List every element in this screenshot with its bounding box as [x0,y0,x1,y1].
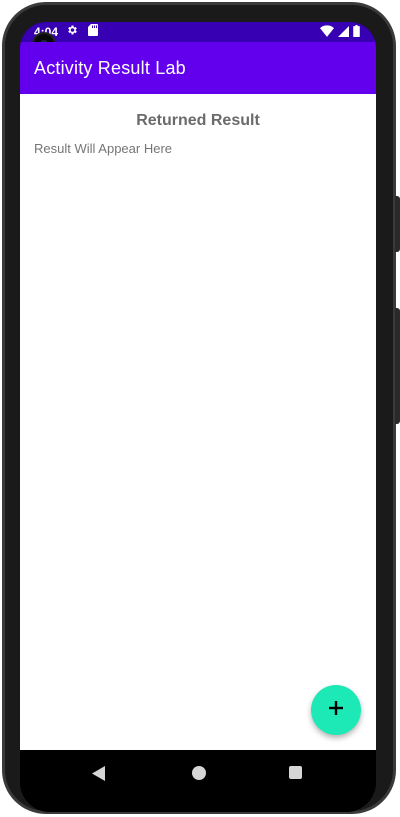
home-icon[interactable] [192,766,206,780]
result-text: Result Will Appear Here [34,141,172,156]
result-heading: Returned Result [136,112,260,129]
status-bar: 4:04 [20,22,376,42]
main-content: Returned Result Result Will Appear Here [20,94,376,750]
device-frame: 4:04 [0,0,400,817]
back-icon[interactable] [92,766,106,786]
navigation-bar [20,750,376,812]
status-left-icons [66,24,98,39]
sd-card-icon [88,24,98,39]
add-fab-button[interactable] [311,685,361,735]
screen: 4:04 [20,22,376,812]
battery-icon [353,25,360,40]
power-button [395,196,400,252]
settings-icon [66,24,78,39]
recents-icon[interactable] [289,766,302,779]
status-right-icons [320,25,360,40]
signal-icon [338,25,349,40]
wifi-icon [320,25,334,40]
plus-icon [329,700,343,720]
volume-button [395,308,400,424]
app-title: Activity Result Lab [34,58,186,78]
app-bar: Activity Result Lab [20,42,376,94]
